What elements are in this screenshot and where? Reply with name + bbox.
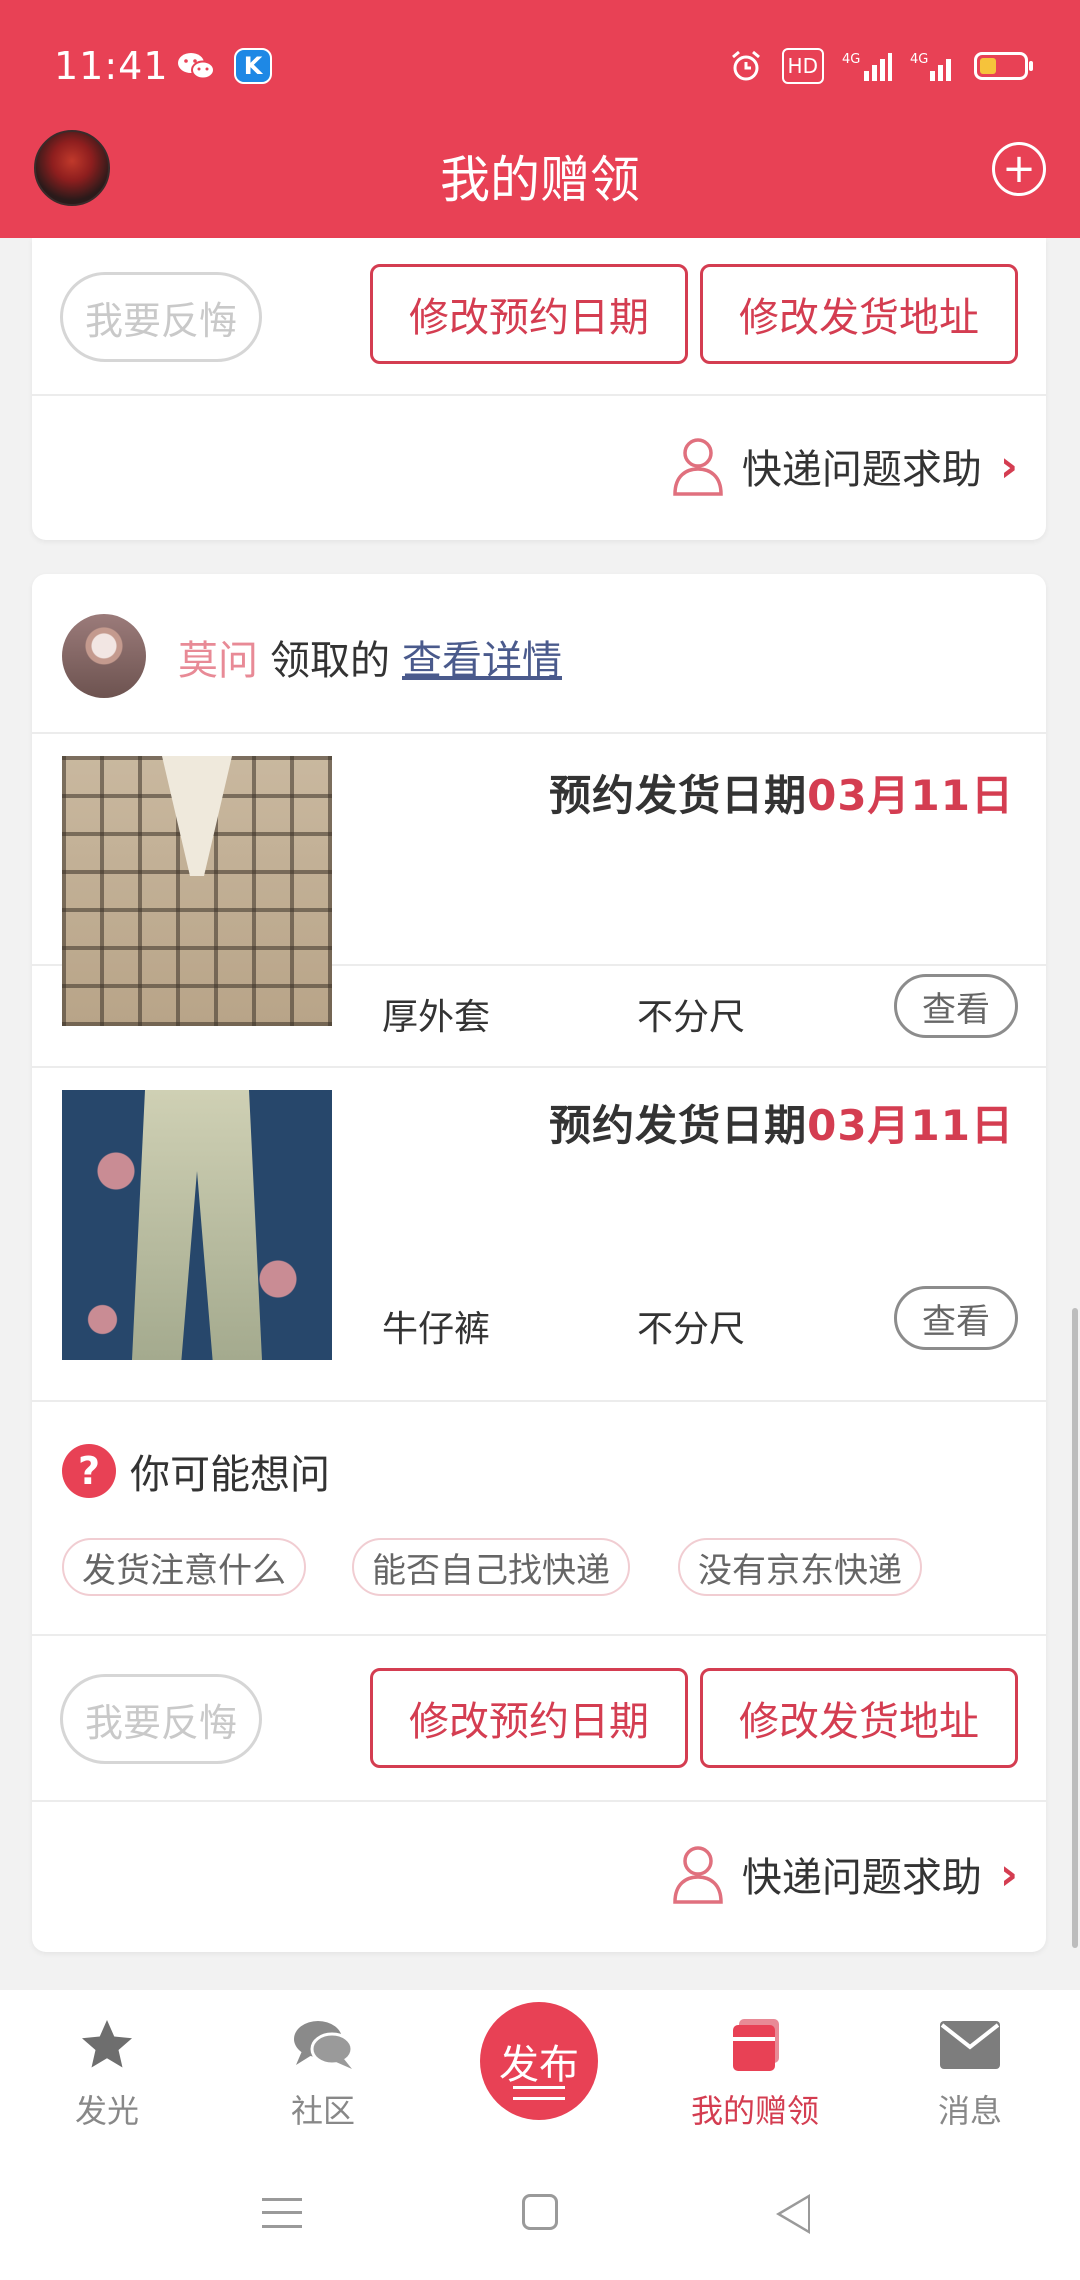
- nav-label: 发光: [74, 2092, 139, 2130]
- change-date-button[interactable]: 修改预约日期: [370, 264, 688, 364]
- bottom-nav: 发光 社区 发布 我的赠领 消息: [0, 1990, 1080, 2150]
- user-name[interactable]: 莫问: [178, 628, 258, 686]
- chat-bubbles-icon: [243, 2010, 403, 2080]
- ship-date: 预约发货日期03月11日: [549, 1092, 1014, 1153]
- status-time: 11:41: [54, 44, 169, 88]
- express-help-link[interactable]: 快递问题求助 ›: [672, 436, 1018, 496]
- card-header-row: 莫问 领取的 查看详情: [32, 574, 1046, 734]
- hd-icon: HD: [781, 48, 824, 84]
- item-name: 牛仔裤: [382, 1309, 491, 1350]
- svg-text:4G: 4G: [842, 52, 860, 67]
- order-card-previous: 我要反悔 修改预约日期 修改发货地址 快递问题求助 ›: [32, 238, 1046, 540]
- back-icon[interactable]: [776, 2194, 810, 2234]
- wallet-cards-icon: [675, 2010, 835, 2080]
- nav-label: 消息: [937, 2092, 1002, 2130]
- home-icon[interactable]: [522, 2194, 558, 2230]
- ship-date-value: 03月11日: [807, 771, 1014, 820]
- nav-item-my-gifts[interactable]: 我的赠领: [675, 2010, 835, 2132]
- status-right-icons: HD 4G 4G: [728, 48, 1033, 84]
- chevron-right-icon: ›: [999, 440, 1018, 492]
- view-button[interactable]: 查看: [894, 1286, 1018, 1350]
- wechat-icon: [176, 48, 216, 84]
- regret-button[interactable]: 我要反悔: [60, 272, 262, 362]
- chevron-right-icon: ›: [999, 1848, 1018, 1900]
- ship-date-value: 03月11日: [807, 1101, 1014, 1150]
- publish-label: 发布: [499, 2042, 579, 2088]
- battery-icon: [974, 52, 1033, 80]
- faq-section: ? 你可能想问 发货注意什么 能否自己找快递 没有京东快递: [32, 1404, 1046, 1636]
- faq-tag[interactable]: 没有京东快递: [678, 1538, 922, 1596]
- person-icon: [672, 436, 724, 496]
- mail-icon: [890, 2010, 1050, 2080]
- action-row: 我要反悔 修改预约日期 修改发货地址: [32, 1638, 1046, 1802]
- star-icon: [27, 2010, 187, 2080]
- publish-icon: [513, 2086, 565, 2100]
- alarm-icon: [728, 48, 764, 84]
- nav-label: 我的赠领: [690, 2092, 819, 2130]
- page-title: 我的赠领: [440, 151, 640, 209]
- ship-date: 预约发货日期03月11日: [549, 762, 1014, 823]
- list-item: 预约发货日期03月11日: [32, 734, 1046, 1026]
- scrollbar[interactable]: [1072, 1308, 1078, 1948]
- faq-tag[interactable]: 能否自己找快递: [352, 1538, 630, 1596]
- 4g-signal-icon: 4G: [842, 48, 892, 84]
- faq-tag[interactable]: 发货注意什么: [62, 1538, 306, 1596]
- action-row: 我要反悔 修改预约日期 修改发货地址: [32, 238, 1046, 396]
- order-card: 莫问 领取的 查看详情 预约发货日期03月11日 厚外套 不分尺 查看 预约发货…: [32, 574, 1046, 1952]
- claim-line: 莫问 领取的 查看详情: [178, 628, 562, 686]
- item-size: 不分尺: [637, 1309, 746, 1350]
- faq-title: 你可能想问: [130, 1452, 330, 1498]
- item-photo-coat[interactable]: [62, 756, 332, 1026]
- ship-date-prefix: 预约发货日期: [549, 1101, 808, 1150]
- nav-item-community[interactable]: 社区: [243, 2010, 403, 2132]
- express-help-row[interactable]: 快递问题求助 ›: [32, 1804, 1046, 1952]
- user-avatar[interactable]: [62, 614, 146, 698]
- change-date-button[interactable]: 修改预约日期: [370, 1668, 688, 1768]
- regret-button[interactable]: 我要反悔: [60, 1674, 262, 1764]
- view-button[interactable]: 查看: [894, 974, 1018, 1038]
- k-app-icon: K: [234, 48, 272, 84]
- plus-circle-icon[interactable]: +: [992, 142, 1046, 196]
- list-item: 预约发货日期03月11日 牛仔裤 不分尺 查看: [32, 1070, 1046, 1402]
- express-help-label: 快递问题求助: [741, 447, 982, 493]
- question-icon: ?: [62, 1444, 116, 1498]
- express-help-label: 快递问题求助: [741, 1855, 982, 1901]
- publish-button[interactable]: 发布: [480, 2002, 598, 2120]
- top-header: 11:41 K HD 4G 4G 我的赠领 +: [0, 0, 1080, 238]
- view-details-link[interactable]: 查看详情: [402, 628, 562, 686]
- change-address-button[interactable]: 修改发货地址: [700, 1668, 1018, 1768]
- change-address-button[interactable]: 修改发货地址: [700, 264, 1018, 364]
- system-nav-bar: [0, 2150, 1080, 2280]
- svg-text:4G: 4G: [910, 52, 928, 67]
- person-icon: [672, 1844, 724, 1904]
- status-bar: 11:41 K HD 4G 4G: [0, 0, 1080, 132]
- menu-icon[interactable]: [262, 2198, 302, 2228]
- item-name: 厚外套: [382, 997, 491, 1038]
- nav-item-faguang[interactable]: 发光: [27, 2010, 187, 2132]
- faq-header: ? 你可能想问: [62, 1442, 330, 1500]
- item-photo-jeans[interactable]: [62, 1090, 332, 1360]
- item-size: 不分尺: [637, 997, 746, 1038]
- express-help-link[interactable]: 快递问题求助 ›: [672, 1844, 1018, 1904]
- express-help-row[interactable]: 快递问题求助 ›: [32, 396, 1046, 540]
- nav-item-messages[interactable]: 消息: [890, 2010, 1050, 2132]
- claimed-text: 领取的: [270, 638, 390, 684]
- status-left-icons: K: [176, 48, 272, 84]
- 4g-signal-icon: 4G: [910, 48, 956, 84]
- nav-label: 社区: [290, 2092, 355, 2130]
- ship-date-prefix: 预约发货日期: [549, 771, 808, 820]
